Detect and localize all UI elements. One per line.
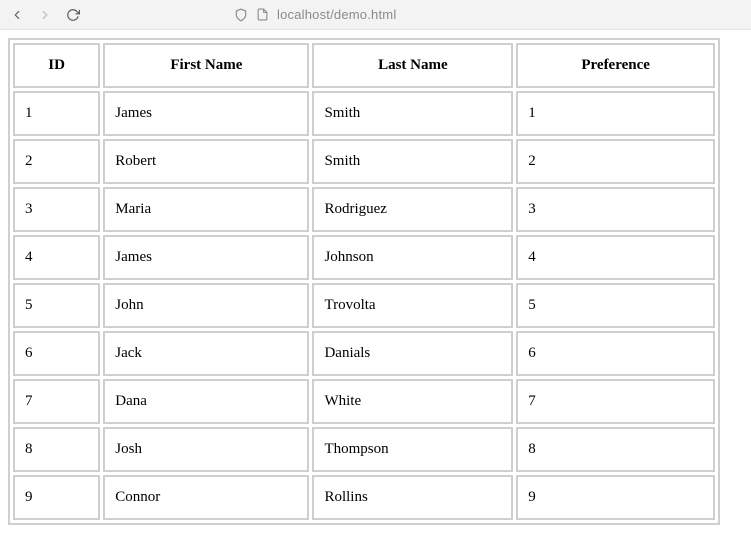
cell-first: Maria: [103, 187, 309, 232]
page-icon: [256, 8, 269, 21]
cell-pref: 4: [516, 235, 715, 280]
cell-id: 3: [13, 187, 100, 232]
cell-first: Robert: [103, 139, 309, 184]
cell-pref: 6: [516, 331, 715, 376]
cell-pref: 3: [516, 187, 715, 232]
cell-last: White: [312, 379, 513, 424]
cell-first: James: [103, 235, 309, 280]
cell-first: Jack: [103, 331, 309, 376]
cell-id: 2: [13, 139, 100, 184]
browser-toolbar: localhost/demo.html: [0, 0, 751, 30]
cell-last: Smith: [312, 91, 513, 136]
cell-last: Johnson: [312, 235, 513, 280]
cell-pref: 9: [516, 475, 715, 520]
cell-last: Trovolta: [312, 283, 513, 328]
cell-id: 7: [13, 379, 100, 424]
cell-pref: 7: [516, 379, 715, 424]
cell-last: Danials: [312, 331, 513, 376]
forward-icon[interactable]: [38, 8, 52, 22]
cell-first: Connor: [103, 475, 309, 520]
col-header-last-name: Last Name: [312, 43, 513, 88]
cell-pref: 5: [516, 283, 715, 328]
cell-last: Smith: [312, 139, 513, 184]
cell-first: John: [103, 283, 309, 328]
col-header-id: ID: [13, 43, 100, 88]
cell-first: Dana: [103, 379, 309, 424]
cell-pref: 1: [516, 91, 715, 136]
data-table: ID First Name Last Name Preference 1Jame…: [8, 38, 720, 525]
table-row: 4JamesJohnson4: [13, 235, 715, 280]
cell-id: 9: [13, 475, 100, 520]
col-header-preference: Preference: [516, 43, 715, 88]
cell-first: Josh: [103, 427, 309, 472]
cell-id: 4: [13, 235, 100, 280]
table-row: 2RobertSmith2: [13, 139, 715, 184]
cell-last: Rodriguez: [312, 187, 513, 232]
table-row: 7DanaWhite7: [13, 379, 715, 424]
address-bar[interactable]: localhost/demo.html: [234, 7, 396, 22]
table-row: 5JohnTrovolta5: [13, 283, 715, 328]
table-row: 9ConnorRollins9: [13, 475, 715, 520]
col-header-first-name: First Name: [103, 43, 309, 88]
cell-pref: 8: [516, 427, 715, 472]
shield-icon: [234, 8, 248, 22]
cell-first: James: [103, 91, 309, 136]
cell-id: 5: [13, 283, 100, 328]
page-content: ID First Name Last Name Preference 1Jame…: [0, 30, 751, 533]
cell-id: 6: [13, 331, 100, 376]
url-text: localhost/demo.html: [277, 7, 396, 22]
table-row: 3MariaRodriguez3: [13, 187, 715, 232]
cell-last: Rollins: [312, 475, 513, 520]
nav-icon-group: [10, 8, 80, 22]
back-icon[interactable]: [10, 8, 24, 22]
cell-id: 1: [13, 91, 100, 136]
cell-id: 8: [13, 427, 100, 472]
table-row: 1JamesSmith1: [13, 91, 715, 136]
table-row: 8JoshThompson8: [13, 427, 715, 472]
cell-last: Thompson: [312, 427, 513, 472]
cell-pref: 2: [516, 139, 715, 184]
table-header-row: ID First Name Last Name Preference: [13, 43, 715, 88]
table-row: 6JackDanials6: [13, 331, 715, 376]
reload-icon[interactable]: [66, 8, 80, 22]
